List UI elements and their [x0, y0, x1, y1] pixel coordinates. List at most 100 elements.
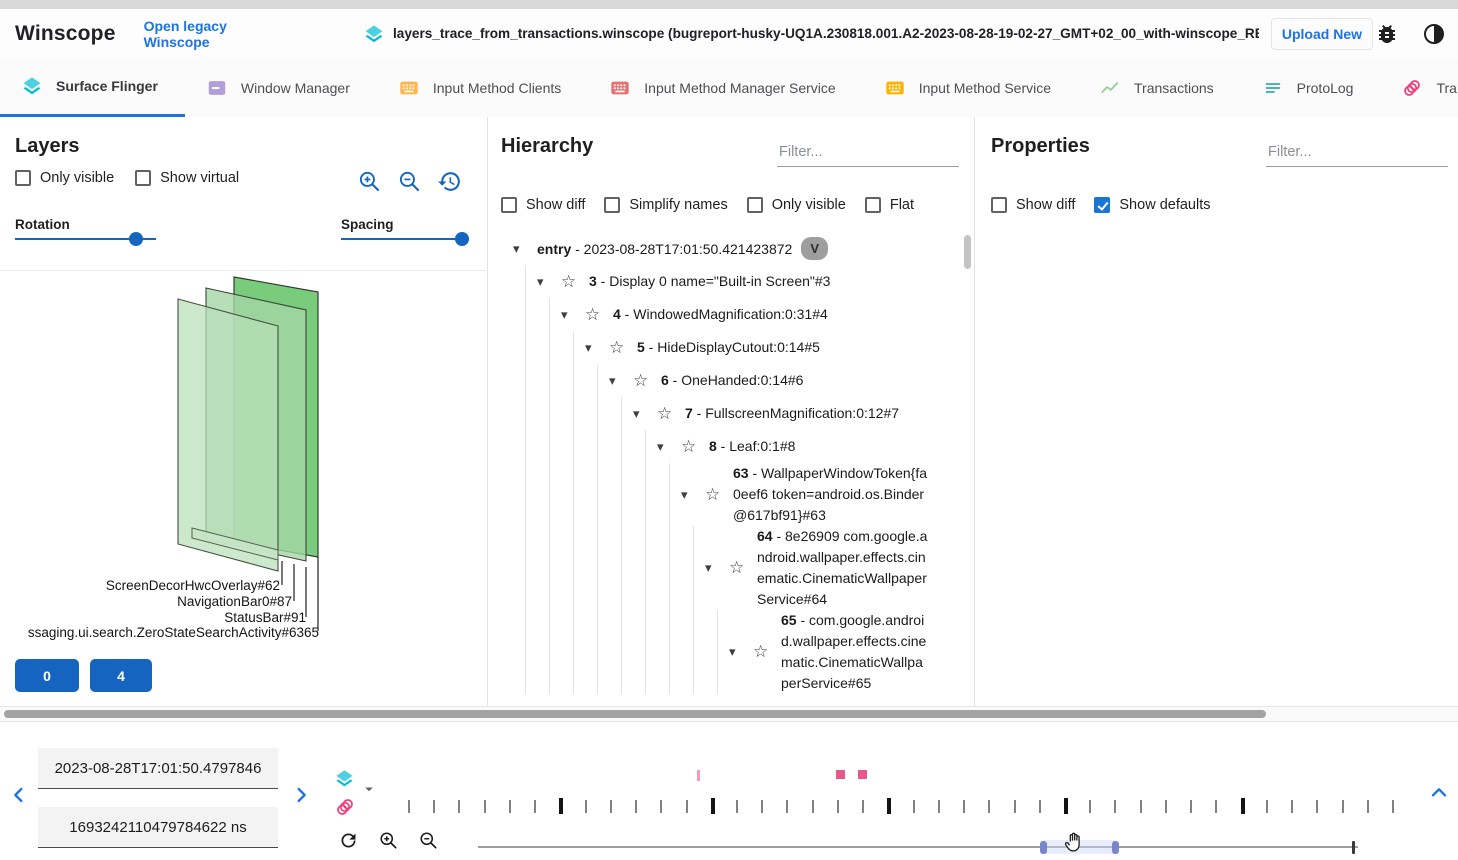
- pin-star-icon[interactable]: ☆: [585, 305, 613, 325]
- tree-node[interactable]: ▾☆4 - WindowedMagnification:0:31#4: [488, 298, 956, 331]
- current-ns-input[interactable]: [38, 807, 278, 848]
- timeline-zoom-in-icon[interactable]: [378, 830, 399, 851]
- tab-surface-flinger[interactable]: Surface Flinger: [0, 58, 185, 117]
- expand-arrow-icon[interactable]: ▾: [537, 274, 561, 290]
- checkbox-checked-icon[interactable]: [1094, 197, 1110, 213]
- trace-selector-caret-icon[interactable]: [360, 780, 378, 798]
- dark-mode-icon[interactable]: [1422, 22, 1446, 46]
- layer-label[interactable]: ScreenDecorHwcOverlay#62: [106, 578, 280, 593]
- expand-arrow-icon[interactable]: ▾: [609, 373, 633, 389]
- expand-arrow-icon[interactable]: ▾: [561, 307, 585, 323]
- main-horizontal-scrollbar[interactable]: [0, 706, 1458, 722]
- checkbox-unchecked-icon[interactable]: [865, 197, 881, 213]
- pin-star-icon[interactable]: ☆: [681, 437, 709, 457]
- rotation-track[interactable]: [15, 238, 156, 240]
- checkbox-show-defaults[interactable]: Show defaults: [1094, 197, 1210, 213]
- checkbox-unchecked-icon[interactable]: [604, 197, 620, 213]
- slider-right-handle[interactable]: [1112, 841, 1119, 854]
- tree-node[interactable]: ▾entry - 2023-08-28T17:01:50.421423872V: [488, 232, 956, 265]
- tree-node[interactable]: ▾☆7 - FullscreenMagnification:0:12#7: [488, 397, 956, 430]
- expand-arrow-icon[interactable]: ▾: [633, 406, 657, 422]
- layer-label[interactable]: StatusBar#91: [224, 610, 306, 625]
- zoom-out-icon[interactable]: [397, 169, 422, 194]
- expand-arrow-icon[interactable]: ▾: [681, 487, 705, 503]
- tree-node[interactable]: ▾☆6 - OneHanded:0:14#6: [488, 364, 956, 397]
- checkbox-unchecked-icon[interactable]: [135, 170, 151, 186]
- slider-track[interactable]: [478, 846, 1358, 848]
- scrollbar-thumb[interactable]: [4, 710, 1266, 718]
- slider-selected-range[interactable]: [1043, 840, 1115, 854]
- previous-entry-button[interactable]: [8, 784, 30, 806]
- transition-trace-icon[interactable]: [334, 796, 356, 818]
- timeline-ruler[interactable]: [408, 798, 1392, 818]
- pin-star-icon[interactable]: ☆: [657, 404, 685, 424]
- tab-window-manager[interactable]: Window Manager: [185, 58, 377, 117]
- layers-3d-canvas[interactable]: ScreenDecorHwcOverlay#62 NavigationBar0#…: [0, 270, 486, 659]
- expand-arrow-icon[interactable]: ▾: [729, 644, 753, 660]
- zoom-in-icon[interactable]: [357, 169, 382, 194]
- tree-node[interactable]: ▾☆3 - Display 0 name="Built-in Screen"#3: [488, 265, 956, 298]
- transition-marker[interactable]: [858, 770, 867, 779]
- tree-node[interactable]: ▾☆63 - WallpaperWindowToken{fa0eef6 toke…: [488, 463, 956, 526]
- checkbox-unchecked-icon[interactable]: [991, 197, 1007, 213]
- checkbox-unchecked-icon[interactable]: [747, 197, 763, 213]
- upload-new-button[interactable]: Upload New: [1271, 18, 1373, 50]
- transition-marker[interactable]: [697, 770, 700, 781]
- pin-star-icon[interactable]: ☆: [753, 642, 781, 662]
- bug-report-icon[interactable]: [1375, 22, 1399, 46]
- expand-arrow-icon[interactable]: ▾: [513, 241, 537, 257]
- transition-marker[interactable]: [836, 770, 845, 779]
- pin-star-icon[interactable]: ☆: [633, 371, 661, 391]
- layer-label[interactable]: ssaging.ui.search.ZeroStateSearchActivit…: [28, 625, 319, 640]
- checkbox-show-diff[interactable]: Show diff: [991, 197, 1075, 213]
- sf-trace-icon[interactable]: [334, 768, 355, 789]
- checkbox-show-virtual[interactable]: Show virtual: [135, 170, 239, 186]
- tab-protolog[interactable]: ProtoLog: [1241, 58, 1381, 117]
- checkbox-only-visible[interactable]: Only visible: [15, 170, 114, 186]
- tab-input-method-clients[interactable]: Input Method Clients: [377, 58, 588, 117]
- next-entry-button[interactable]: [290, 784, 312, 806]
- checkbox-show-diff[interactable]: Show diff: [501, 197, 585, 213]
- reset-zoom-icon[interactable]: [437, 169, 462, 194]
- pin-star-icon[interactable]: ☆: [609, 338, 637, 358]
- current-timestamp-input[interactable]: [38, 748, 278, 789]
- hierarchy-scrollbar[interactable]: [964, 235, 971, 269]
- tab-label: ProtoLog: [1297, 80, 1354, 96]
- tab-input-method-service[interactable]: Input Method Service: [863, 58, 1078, 117]
- open-legacy-link[interactable]: Open legacy Winscope: [144, 18, 288, 50]
- spacing-slider[interactable]: Spacing: [341, 217, 468, 240]
- rotation-slider[interactable]: Rotation: [15, 217, 156, 240]
- v-state-chip[interactable]: V: [801, 237, 828, 260]
- checkbox-simplify-names[interactable]: Simplify names: [604, 197, 727, 213]
- display-id-button[interactable]: 0: [15, 659, 79, 692]
- properties-filter-input[interactable]: [1266, 142, 1448, 167]
- slider-left-handle[interactable]: [1040, 841, 1047, 854]
- expand-arrow-icon[interactable]: ▾: [705, 560, 729, 576]
- checkbox-flat[interactable]: Flat: [865, 197, 914, 213]
- checkbox-unchecked-icon[interactable]: [501, 197, 517, 213]
- hierarchy-filter-input[interactable]: [777, 142, 959, 167]
- spacing-track[interactable]: [341, 238, 468, 240]
- tree-node[interactable]: ▾☆8 - Leaf:0:1#8: [488, 430, 956, 463]
- expand-arrow-icon[interactable]: ▾: [585, 340, 609, 356]
- refresh-timeline-icon[interactable]: [338, 830, 359, 851]
- expand-arrow-icon[interactable]: ▾: [657, 439, 681, 455]
- pin-star-icon[interactable]: ☆: [729, 558, 757, 578]
- checkbox-unchecked-icon[interactable]: [15, 170, 31, 186]
- spacing-thumb[interactable]: [455, 232, 469, 246]
- tab-transactions[interactable]: Transactions: [1078, 58, 1241, 117]
- layer-label[interactable]: NavigationBar0#87: [177, 594, 292, 609]
- tab-input-method-manager-service[interactable]: Input Method Manager Service: [588, 58, 862, 117]
- pin-star-icon[interactable]: ☆: [705, 485, 733, 505]
- tree-node[interactable]: ▾☆65 - com.google.android.wallpaper.effe…: [488, 610, 956, 694]
- tab-transitions[interactable]: Transitions: [1380, 58, 1458, 117]
- tree-node[interactable]: ▾☆64 - 8e26909 com.google.android.wallpa…: [488, 526, 956, 610]
- timeline-range-slider[interactable]: [478, 840, 1358, 854]
- checkbox-only-visible[interactable]: Only visible: [747, 197, 846, 213]
- rotation-thumb[interactable]: [129, 232, 143, 246]
- display-id-button[interactable]: 4: [90, 659, 152, 692]
- collapse-timeline-button[interactable]: [1428, 782, 1450, 804]
- pin-star-icon[interactable]: ☆: [561, 272, 589, 292]
- tree-node[interactable]: ▾☆5 - HideDisplayCutout:0:14#5: [488, 331, 956, 364]
- timeline-zoom-out-icon[interactable]: [418, 830, 439, 851]
